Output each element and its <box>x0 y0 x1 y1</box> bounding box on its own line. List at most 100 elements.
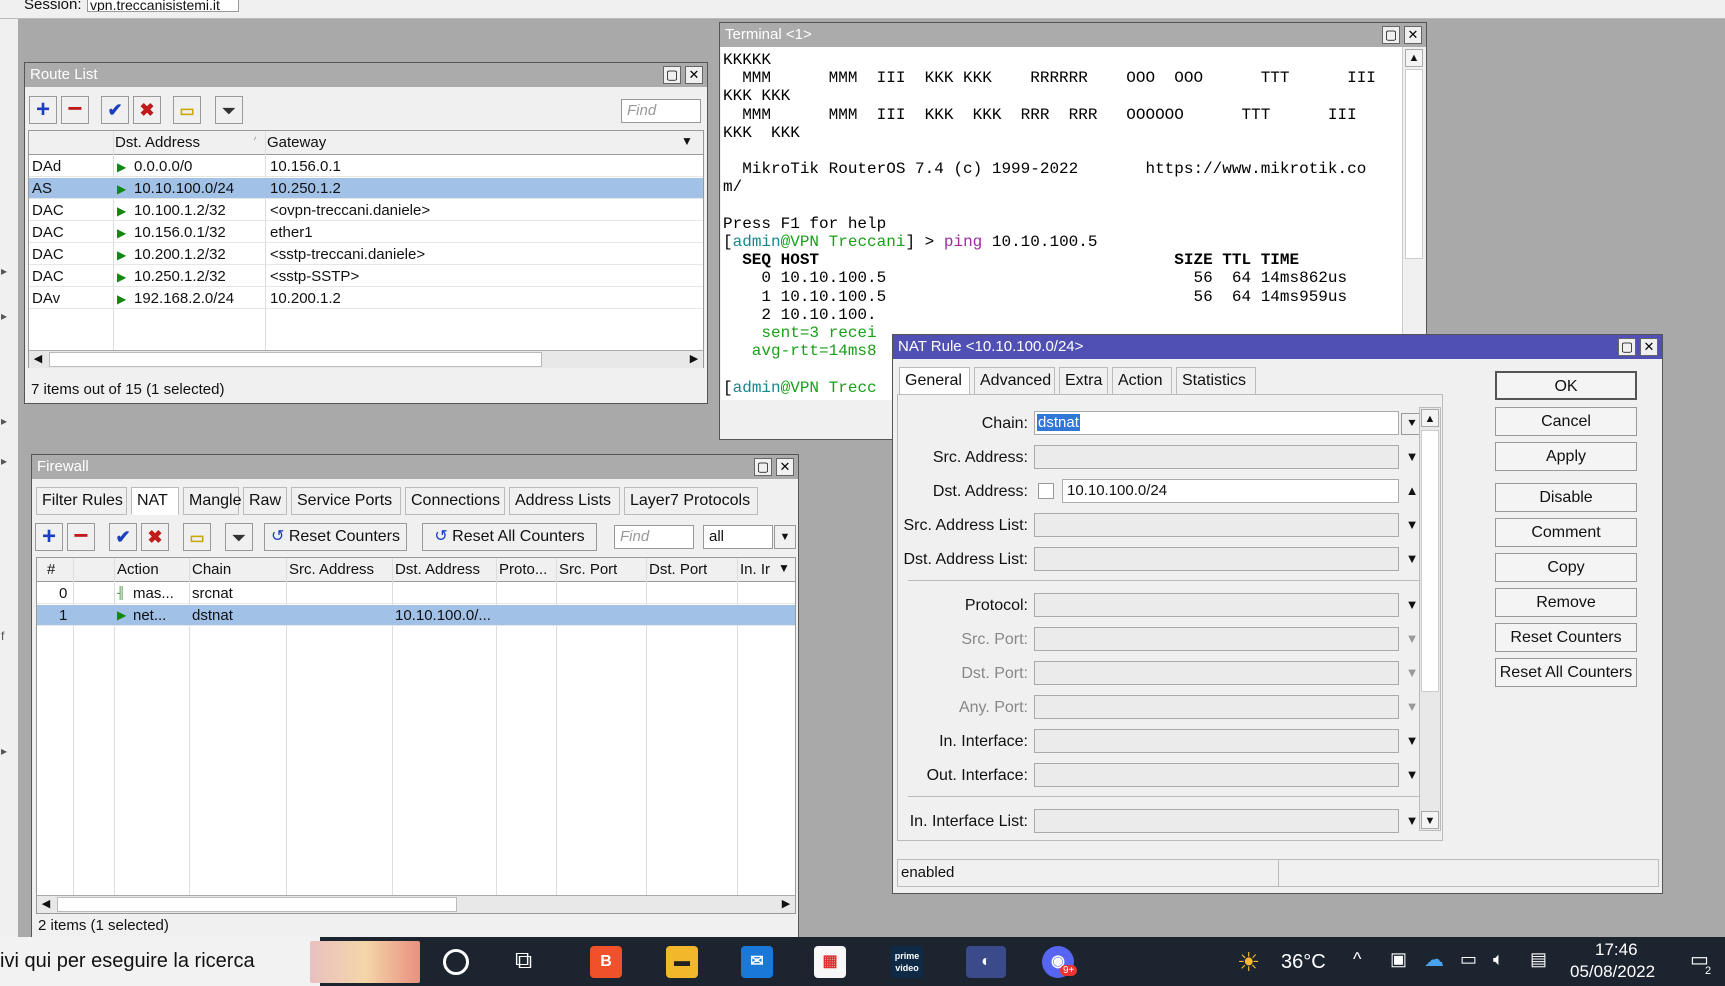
tab-connections[interactable]: Connections <box>405 487 505 515</box>
enable-button[interactable]: ✔ <box>109 523 137 551</box>
scroll-down-icon[interactable]: ▼ <box>1421 811 1439 829</box>
column-header-chain[interactable]: Chain <box>192 561 231 578</box>
network-icon[interactable]: ▤ <box>1530 949 1547 970</box>
cancel-button[interactable]: Cancel <box>1495 407 1637 436</box>
menu-arrow-icon[interactable]: ▸ <box>1 309 7 323</box>
form-scrollbar[interactable]: ▲ ▼ <box>1419 407 1441 831</box>
horizontal-scrollbar[interactable]: ◀ ▶ <box>29 350 703 368</box>
close-icon[interactable]: ✕ <box>1640 338 1658 356</box>
table-row[interactable]: DAd ▶ 0.0.0.0/0 10.156.0.1 <box>29 156 703 177</box>
column-header-dst-address[interactable]: Dst. Address <box>395 561 480 578</box>
close-icon[interactable]: ✕ <box>1404 26 1422 44</box>
prime-video-icon[interactable]: prime video <box>891 946 923 978</box>
protocol-input[interactable] <box>1034 593 1399 617</box>
column-menu-icon[interactable]: ▼ <box>681 134 693 148</box>
tab-service-ports[interactable]: Service Ports <box>291 487 401 515</box>
scroll-up-icon[interactable]: ▲ <box>1405 49 1423 67</box>
reset-counters-button[interactable]: ↺ Reset Counters <box>264 523 407 551</box>
search-box[interactable]: ivi qui per eseguire la ricerca <box>0 937 320 986</box>
filter-button[interactable]: ⏷ <box>215 96 243 124</box>
tab-nat[interactable]: NAT <box>131 487 179 515</box>
copy-button[interactable]: Copy <box>1495 553 1637 582</box>
table-row[interactable]: DAC ▶ 10.100.1.2/32 <ovpn-treccani.daniele> <box>29 200 703 221</box>
scroll-thumb[interactable] <box>49 352 542 367</box>
remove-button[interactable]: Remove <box>1495 588 1637 617</box>
any-port-input[interactable] <box>1034 695 1399 719</box>
filter-button[interactable]: ⏷ <box>225 523 253 551</box>
dst-address-negate-checkbox[interactable] <box>1038 483 1054 499</box>
add-button[interactable]: + <box>29 96 57 124</box>
column-header-dst-port[interactable]: Dst. Port <box>649 561 707 578</box>
chain-input[interactable]: dstnat <box>1034 411 1399 435</box>
column-header-gateway[interactable]: Gateway <box>267 134 326 151</box>
scroll-left-icon[interactable]: ◀ <box>29 350 47 368</box>
scroll-thumb[interactable] <box>1421 430 1439 692</box>
in-interface-input[interactable] <box>1034 729 1399 753</box>
store-icon[interactable]: ▦ <box>814 946 846 978</box>
tab-filter-rules[interactable]: Filter Rules <box>36 487 127 515</box>
table-row[interactable]: 0 ╢ mas... srcnat <box>37 583 795 604</box>
table-row[interactable]: AS ▶ 10.10.100.0/24 10.250.1.2 <box>29 178 703 199</box>
enable-button[interactable]: ✔ <box>101 96 129 124</box>
menu-arrow-icon[interactable]: ▸ <box>1 414 7 428</box>
weather-icon[interactable]: ☀ <box>1237 947 1260 978</box>
cortana-icon[interactable] <box>443 949 469 975</box>
weather-temp[interactable]: 36°C <box>1281 951 1326 974</box>
table-row[interactable]: DAv ▶ 192.168.2.0/24 10.200.1.2 <box>29 288 703 309</box>
table-row[interactable]: DAC ▶ 10.250.1.2/32 <sstp-SSTP> <box>29 266 703 287</box>
horizontal-scrollbar[interactable]: ◀ ▶ <box>37 895 795 913</box>
src-port-input[interactable] <box>1034 627 1399 651</box>
maximize-icon[interactable]: ▢ <box>663 66 681 84</box>
find-input[interactable]: Find <box>614 525 694 549</box>
comment-button[interactable]: Comment <box>1495 518 1637 547</box>
onedrive-icon[interactable]: ☁ <box>1424 947 1444 972</box>
reset-all-counters-button[interactable]: Reset All Counters <box>1495 658 1637 687</box>
brave-browser-icon[interactable]: B <box>590 946 622 978</box>
scroll-up-icon[interactable]: ▲ <box>1421 409 1439 427</box>
dst-address-list-input[interactable] <box>1034 547 1399 571</box>
column-header-in-interface[interactable]: In. Ir <box>740 561 776 578</box>
filter-select[interactable]: all <box>703 525 773 549</box>
tab-extra[interactable]: Extra <box>1059 367 1108 395</box>
comment-button[interactable]: ▭ <box>183 523 211 551</box>
maximize-icon[interactable]: ▢ <box>1382 26 1400 44</box>
filter-dropdown-icon[interactable]: ▼ <box>774 525 796 549</box>
column-header-num[interactable]: # <box>47 561 55 578</box>
menu-arrow-icon[interactable]: ▸ <box>1 744 7 758</box>
battery-icon[interactable]: ▭ <box>1460 949 1477 970</box>
clock-date[interactable]: 05/08/2022 <box>1570 962 1655 982</box>
remove-button[interactable]: − <box>67 522 95 551</box>
reset-counters-button[interactable]: Reset Counters <box>1495 623 1637 652</box>
column-header-src-port[interactable]: Src. Port <box>559 561 617 578</box>
remove-button[interactable]: − <box>61 95 89 124</box>
column-header-action[interactable]: Action <box>117 561 159 578</box>
apply-button[interactable]: Apply <box>1495 442 1637 471</box>
src-address-list-input[interactable] <box>1034 513 1399 537</box>
task-view-icon[interactable]: ⧉ <box>515 947 532 975</box>
tab-address-lists[interactable]: Address Lists <box>509 487 620 515</box>
close-icon[interactable]: ✕ <box>685 66 703 84</box>
menu-arrow-icon[interactable]: ▸ <box>1 264 7 278</box>
comment-button[interactable]: ▭ <box>173 96 201 124</box>
menu-arrow-icon[interactable]: ▸ <box>1 454 7 468</box>
dst-address-input[interactable]: 10.10.100.0/24 <box>1062 479 1399 503</box>
maximize-icon[interactable]: ▢ <box>1618 338 1636 356</box>
close-icon[interactable]: ✕ <box>776 458 794 476</box>
mail-icon[interactable]: ✉ <box>741 946 773 978</box>
disable-button[interactable]: ✖ <box>133 96 161 124</box>
tab-layer7-protocols[interactable]: Layer7 Protocols <box>624 487 758 515</box>
tab-mangle[interactable]: Mangle <box>183 487 241 515</box>
column-header-proto[interactable]: Proto... <box>499 561 547 578</box>
table-row[interactable]: DAC ▶ 10.200.1.2/32 <sstp-treccani.daniele> <box>29 244 703 265</box>
dst-port-input[interactable] <box>1034 661 1399 685</box>
in-interface-list-input[interactable] <box>1034 809 1399 833</box>
scroll-thumb[interactable] <box>57 897 457 912</box>
ok-button[interactable]: OK <box>1495 371 1637 400</box>
column-menu-icon[interactable]: ▼ <box>778 561 790 575</box>
scroll-right-icon[interactable]: ▶ <box>777 895 795 913</box>
meet-icon[interactable]: ▣ <box>1390 949 1407 970</box>
clock-time[interactable]: 17:46 <box>1595 940 1638 960</box>
scroll-right-icon[interactable]: ▶ <box>685 350 703 368</box>
disable-button[interactable]: ✖ <box>141 523 169 551</box>
find-input[interactable]: Find <box>621 99 701 123</box>
